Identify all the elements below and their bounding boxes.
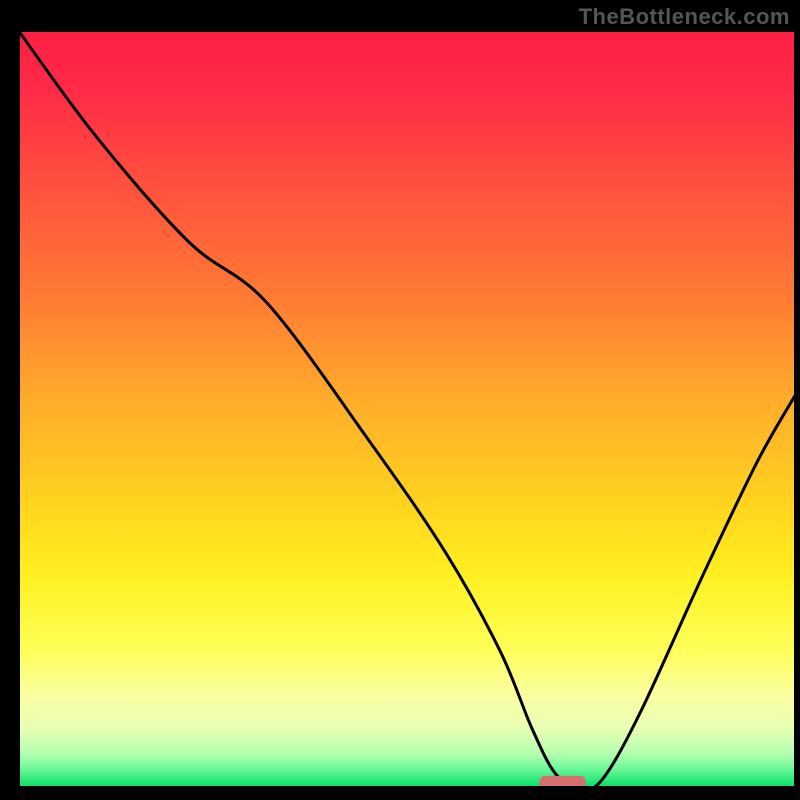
bottleneck-chart bbox=[0, 0, 800, 800]
plot-background bbox=[18, 30, 796, 788]
chart-frame: TheBottleneck.com bbox=[0, 0, 800, 800]
watermark-text: TheBottleneck.com bbox=[579, 4, 790, 30]
